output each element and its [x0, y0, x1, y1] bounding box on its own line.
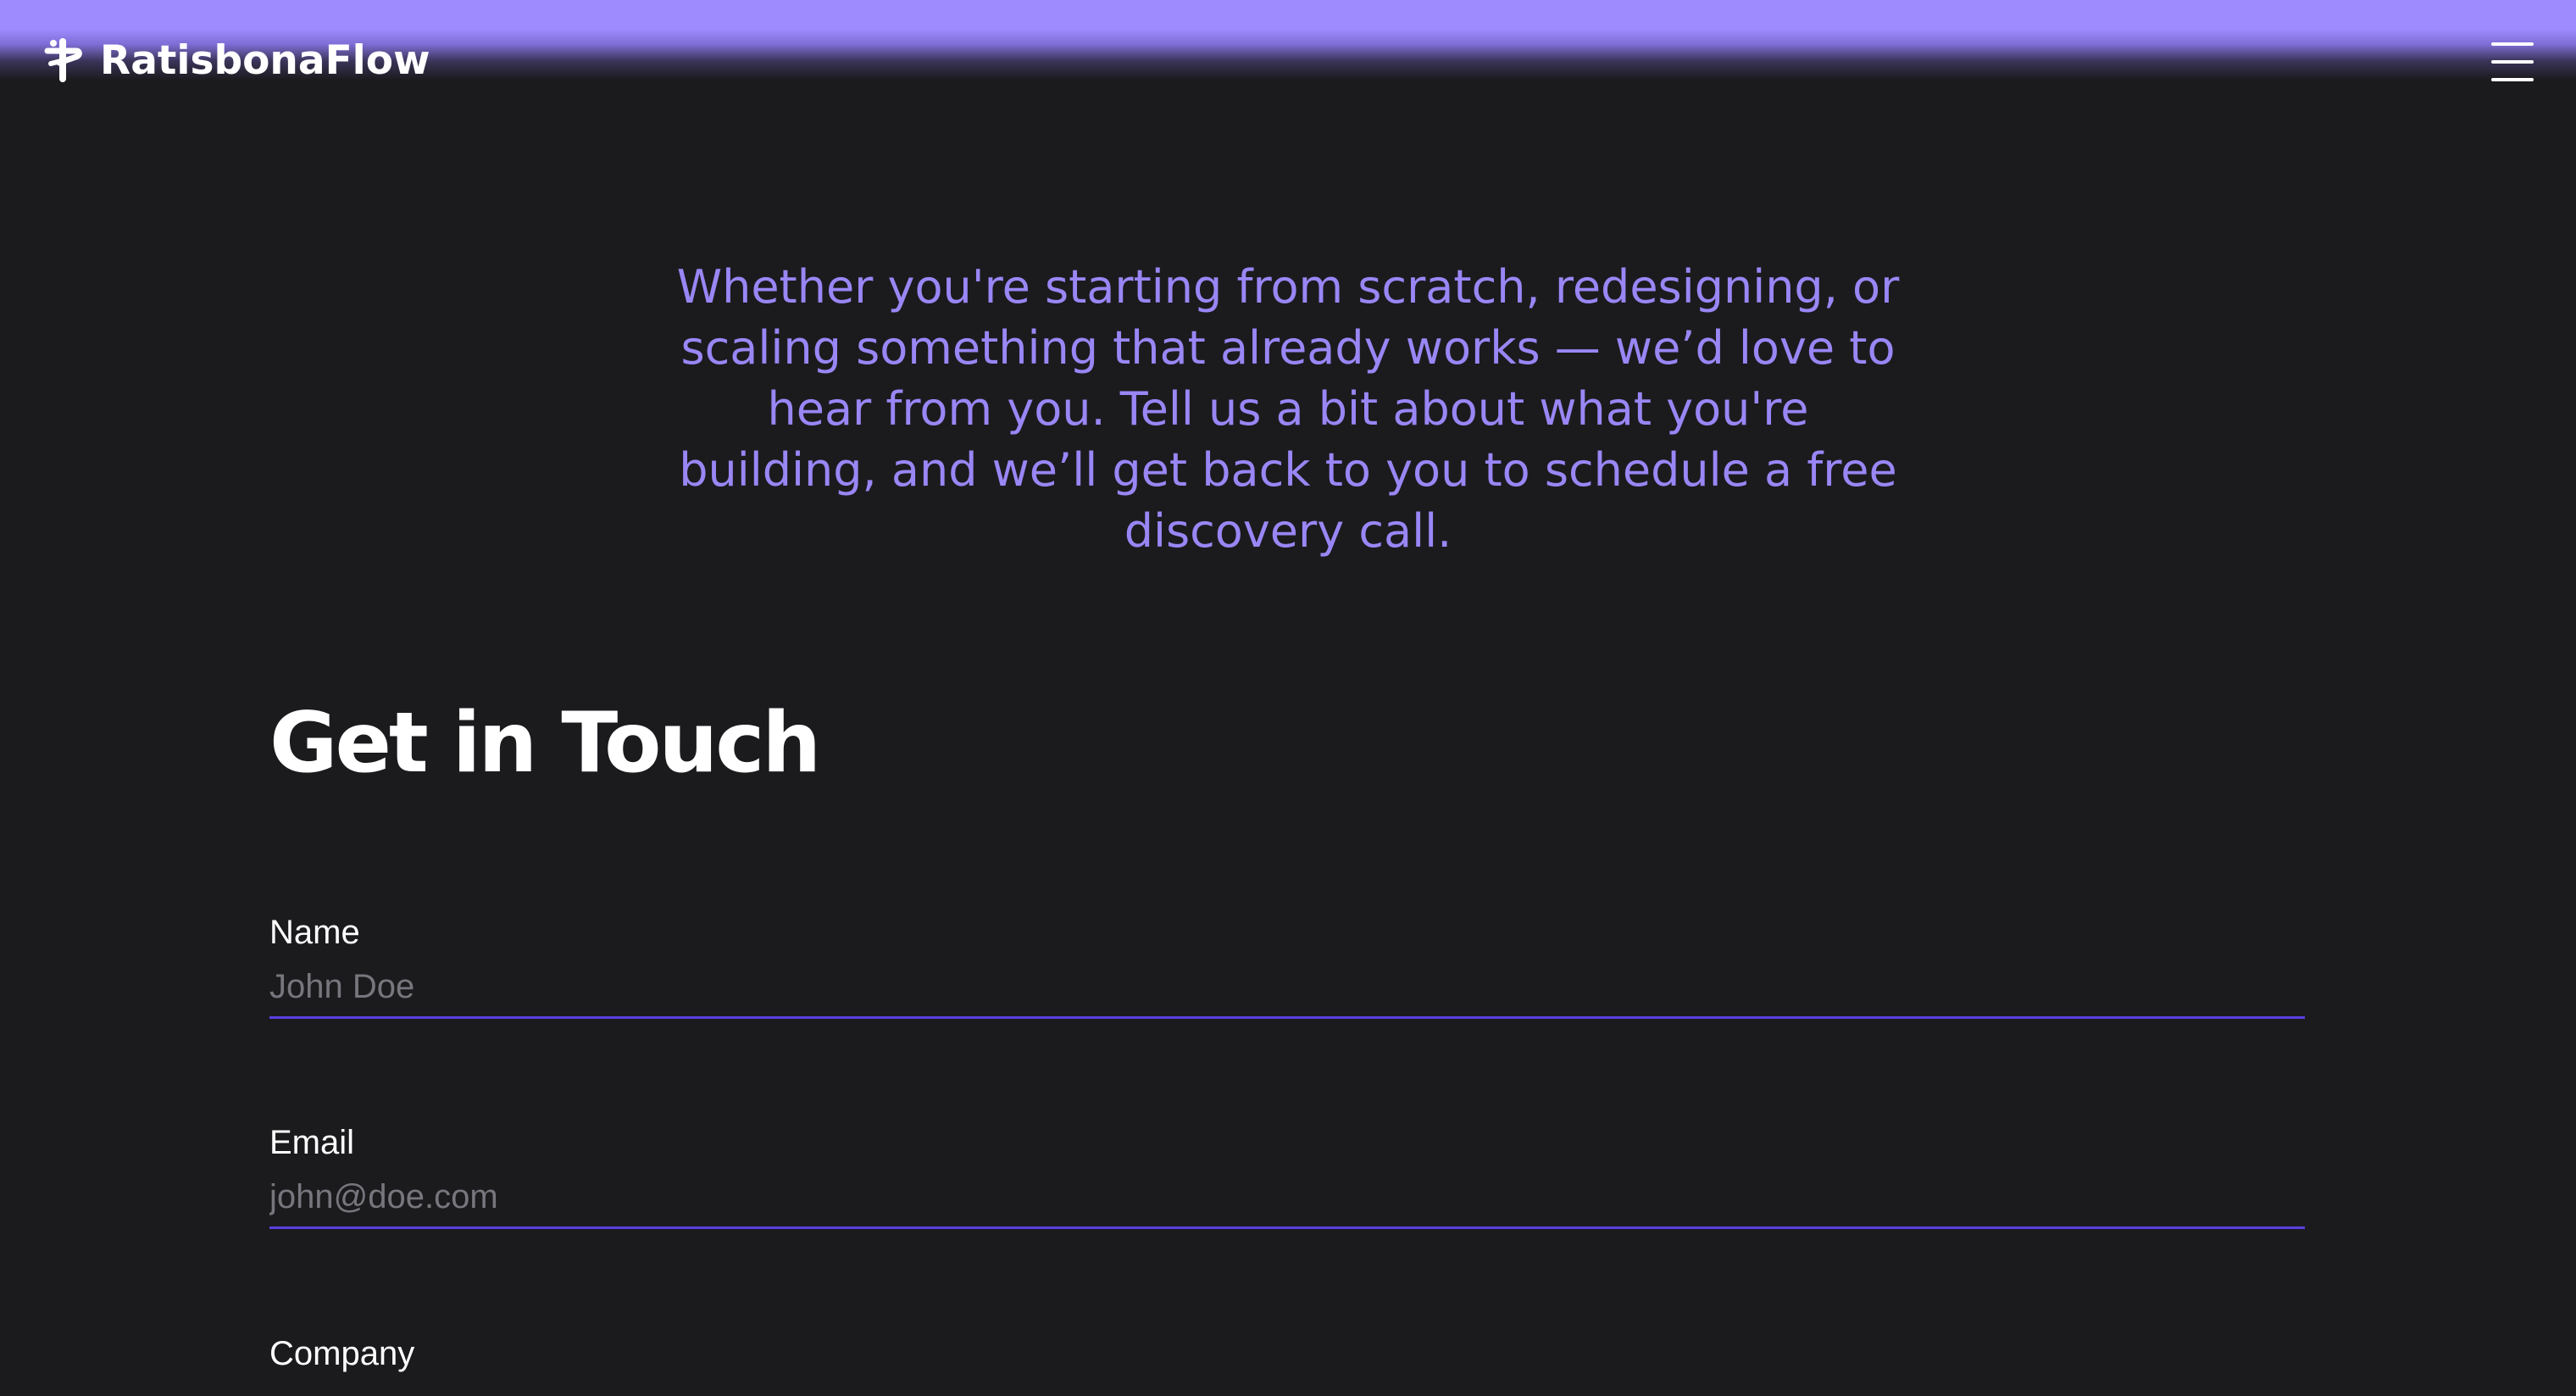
site-header: RatisbonaFlow [0, 0, 2576, 123]
contact-heading: Get in Touch [269, 695, 821, 792]
company-label: Company [269, 1335, 415, 1372]
name-field-group: Name [269, 911, 2305, 1019]
email-field-group: Email [269, 1121, 2305, 1229]
menu-bar [2491, 78, 2534, 81]
name-label: Name [269, 914, 360, 951]
email-label: Email [269, 1124, 355, 1161]
intro-paragraph: Whether you're starting from scratch, re… [676, 260, 1900, 558]
hamburger-menu-icon [2491, 42, 2537, 81]
menu-bar [2491, 60, 2534, 64]
menu-bar [2491, 42, 2534, 46]
name-input[interactable] [269, 965, 2305, 1019]
brand-home-link[interactable]: RatisbonaFlow [42, 32, 430, 88]
company-field-group: Company [269, 1332, 2305, 1375]
email-input[interactable] [269, 1176, 2305, 1229]
menu-button[interactable] [2491, 42, 2537, 81]
ratisbonaflow-logo-icon [42, 38, 83, 82]
brand-name: RatisbonaFlow [100, 36, 430, 84]
